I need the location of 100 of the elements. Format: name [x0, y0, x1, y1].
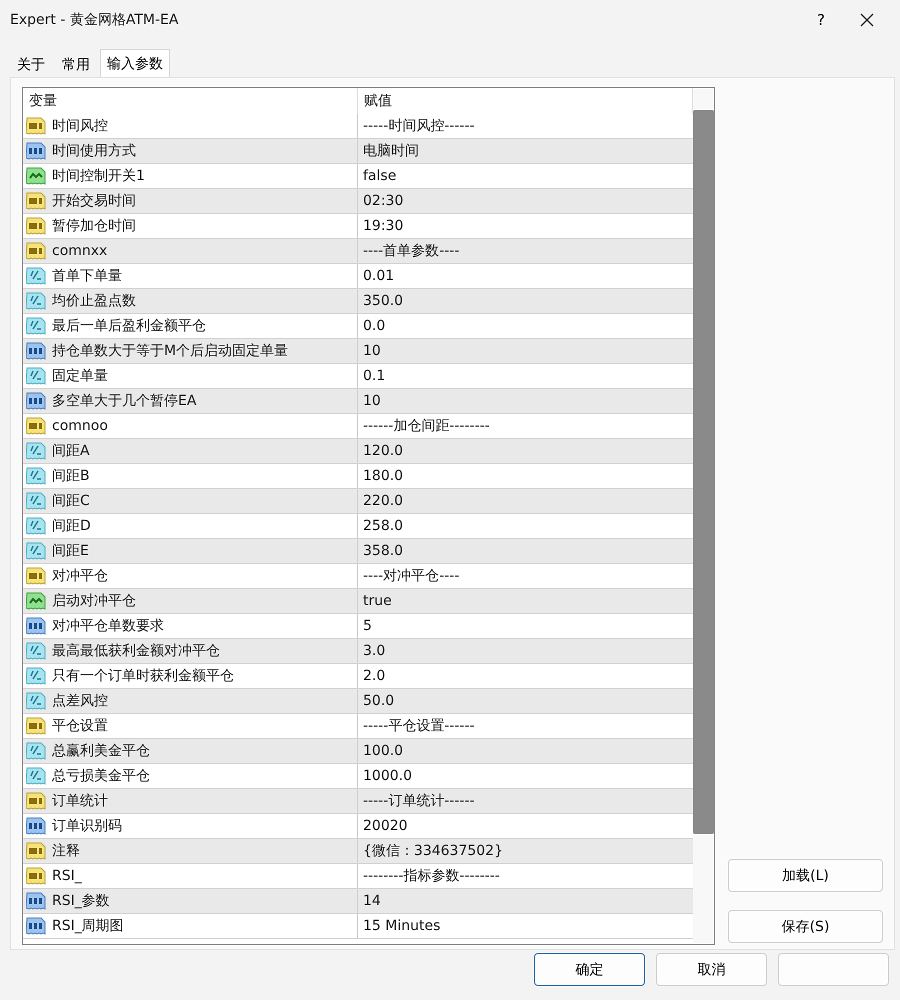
variable-value[interactable]: 10	[358, 339, 693, 363]
fraction-type-icon	[26, 691, 46, 711]
tab[interactable]: 常用	[55, 51, 97, 77]
variable-name: 注释	[52, 842, 80, 860]
fraction-type-icon	[26, 266, 46, 286]
dialog-button[interactable]: 确定	[534, 953, 645, 986]
variable-name: 总赢利美金平仓	[52, 742, 150, 760]
scrollbar[interactable]	[693, 88, 714, 944]
scrollbar-thumb[interactable]	[693, 110, 714, 834]
variable-value[interactable]: -----平仓设置------	[358, 714, 693, 738]
fraction-type-icon	[26, 541, 46, 561]
variable-value[interactable]: 1000.0	[358, 764, 693, 788]
variable-value[interactable]: -----订单统计------	[358, 789, 693, 813]
variable-value[interactable]: 258.0	[358, 514, 693, 538]
variable-name: RSI_	[52, 868, 82, 884]
variable-value[interactable]: 02:30	[358, 189, 693, 213]
variable-value[interactable]: 0.0	[358, 314, 693, 338]
variable-name: 对冲平仓单数要求	[52, 617, 164, 635]
variable-name: 持仓单数大于等于M个后启动固定单量	[52, 342, 288, 360]
dialog-button[interactable]: 取消	[656, 953, 767, 986]
variable-name: 时间控制开关1	[52, 167, 145, 185]
tab[interactable]: 关于	[10, 51, 52, 77]
fraction-type-icon	[26, 466, 46, 486]
variable-value[interactable]: 120.0	[358, 439, 693, 463]
variable-name: 间距A	[52, 442, 90, 460]
text-type-icon	[26, 866, 46, 886]
variable-value[interactable]: 220.0	[358, 489, 693, 513]
variable-name: 启动对冲平仓	[52, 592, 136, 610]
variable-name: 总亏损美金平仓	[52, 767, 150, 785]
integer-type-icon	[26, 916, 46, 936]
variable-value[interactable]: 10	[358, 389, 693, 413]
help-button[interactable]: ?	[798, 2, 844, 38]
variable-value[interactable]: 电脑时间	[358, 139, 693, 163]
integer-type-icon	[26, 391, 46, 411]
variable-name: 时间风控	[52, 117, 108, 135]
variable-value[interactable]: 0.1	[358, 364, 693, 388]
variable-name: 多空单大于几个暂停EA	[52, 392, 196, 410]
integer-type-icon	[26, 816, 46, 836]
boolean-type-icon	[26, 166, 46, 186]
text-type-icon	[26, 191, 46, 211]
variable-value[interactable]: ------加仓间距--------	[358, 414, 693, 438]
fraction-type-icon	[26, 291, 46, 311]
variable-value[interactable]: ----首单参数----	[358, 239, 693, 263]
variable-value[interactable]: 5	[358, 614, 693, 638]
integer-type-icon	[26, 616, 46, 636]
variable-name: 点差风控	[52, 692, 108, 710]
variable-value[interactable]: ----对冲平仓----	[358, 564, 693, 588]
integer-type-icon	[26, 891, 46, 911]
integer-type-icon	[26, 341, 46, 361]
variable-value[interactable]: 50.0	[358, 689, 693, 713]
side-button[interactable]: 加载(L)	[728, 859, 883, 892]
variable-name: 订单统计	[52, 792, 108, 810]
text-type-icon	[26, 566, 46, 586]
variable-name: 订单识别码	[52, 817, 122, 835]
tab[interactable]: 输入参数	[100, 49, 170, 77]
variable-value[interactable]: 15 Minutes	[358, 914, 693, 938]
close-icon	[860, 13, 874, 27]
variable-value[interactable]: 100.0	[358, 739, 693, 763]
window-title: Expert - 黄金网格ATM-EA	[10, 11, 180, 29]
fraction-type-icon	[26, 366, 46, 386]
variable-name: RSI_参数	[52, 892, 110, 910]
variable-name: comnxx	[52, 243, 108, 259]
variable-value[interactable]: {微信：334637502}	[358, 839, 693, 863]
integer-type-icon	[26, 141, 46, 161]
text-type-icon	[26, 716, 46, 736]
fraction-type-icon	[26, 641, 46, 661]
text-type-icon	[26, 116, 46, 136]
variable-name: 暂停加仓时间	[52, 217, 136, 235]
variable-name: 固定单量	[52, 367, 108, 385]
fraction-type-icon	[26, 516, 46, 536]
variable-name: 对冲平仓	[52, 567, 108, 585]
side-button[interactable]: 保存(S)	[728, 910, 883, 943]
variable-value[interactable]: true	[358, 589, 693, 613]
variable-name: 间距D	[52, 517, 91, 535]
fraction-type-icon	[26, 666, 46, 686]
variable-value[interactable]: 20020	[358, 814, 693, 838]
variable-value[interactable]: -----时间风控------	[358, 114, 693, 138]
variable-name: RSI_周期图	[52, 917, 124, 935]
variable-value[interactable]: 19:30	[358, 214, 693, 238]
fraction-type-icon	[26, 316, 46, 336]
variable-name: 间距E	[52, 542, 89, 560]
variable-value[interactable]: --------指标参数--------	[358, 864, 693, 888]
variable-value[interactable]: 14	[358, 889, 693, 913]
variable-name: 开始交易时间	[52, 192, 136, 210]
text-type-icon	[26, 241, 46, 261]
variable-name: 均价止盈点数	[52, 292, 136, 310]
fraction-type-icon	[26, 766, 46, 786]
variable-value[interactable]: 2.0	[358, 664, 693, 688]
variable-name: comnoo	[52, 418, 108, 434]
text-type-icon	[26, 216, 46, 236]
variable-name: 时间使用方式	[52, 142, 136, 160]
fraction-type-icon	[26, 491, 46, 511]
variable-value[interactable]: 180.0	[358, 464, 693, 488]
variable-value[interactable]: false	[358, 164, 693, 188]
variable-value[interactable]: 358.0	[358, 539, 693, 563]
variable-value[interactable]: 350.0	[358, 289, 693, 313]
variable-name: 首单下单量	[52, 267, 122, 285]
variable-value[interactable]: 3.0	[358, 639, 693, 663]
variable-value[interactable]: 0.01	[358, 264, 693, 288]
text-type-icon	[26, 416, 46, 436]
